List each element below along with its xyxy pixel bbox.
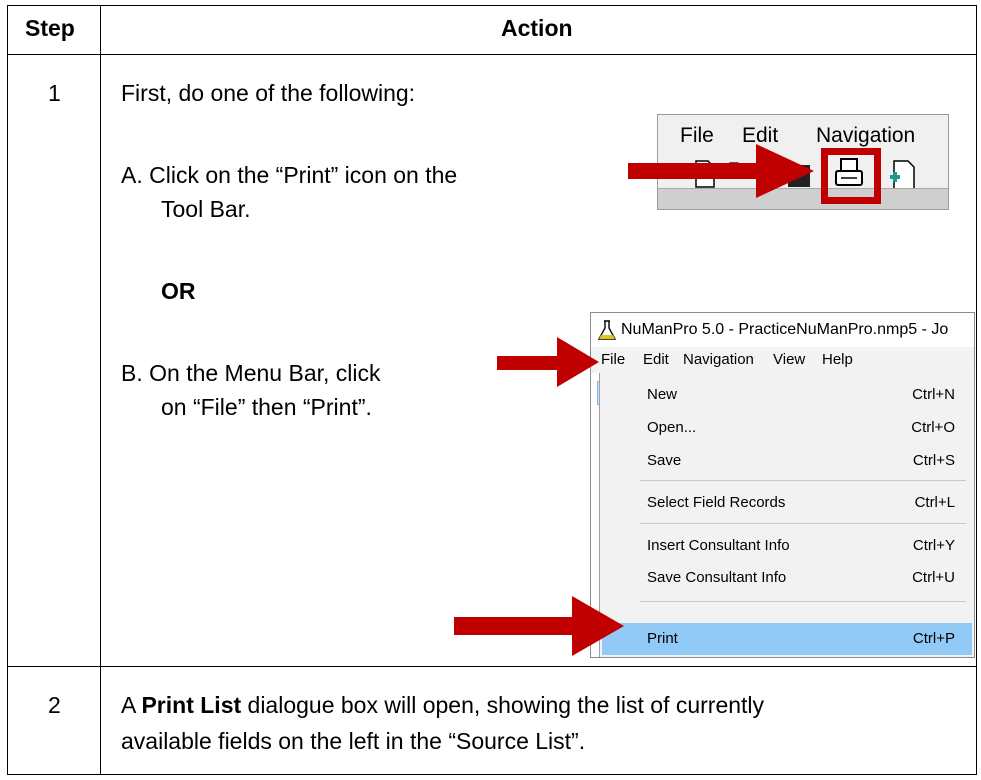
shortcut-insert-consultant-info: Ctrl+Y bbox=[912, 537, 955, 554]
step2-line1: A Print List dialogue box will open, sho… bbox=[121, 692, 765, 718]
shortcut-new: Ctrl+N bbox=[912, 386, 955, 403]
step1-intro: First, do one of the following: bbox=[121, 80, 416, 106]
menu-separator bbox=[640, 601, 966, 602]
menu-item-save[interactable]: Save bbox=[647, 452, 681, 469]
shortcut-open: Ctrl+O bbox=[911, 419, 955, 436]
step2-line2: available fields on the left in the “Sou… bbox=[121, 728, 586, 754]
shortcut-save-consultant-info: Ctrl+U bbox=[912, 569, 955, 586]
menu-item-new[interactable]: New bbox=[647, 386, 677, 403]
arrow-to-file-menu bbox=[497, 337, 599, 387]
or-separator: OR bbox=[161, 278, 196, 304]
option-b-line2: on “File” then “Print”. bbox=[161, 394, 372, 420]
action-header: Action bbox=[501, 15, 573, 41]
print-list-bold: Print List bbox=[141, 692, 242, 718]
option-b-line1: B. On the Menu Bar, click bbox=[121, 360, 381, 386]
menubar-view[interactable]: View bbox=[773, 351, 805, 368]
menu-item-insert-consultant-info[interactable]: Insert Consultant Info bbox=[647, 537, 790, 554]
file-menu-screenshot: NuManPro 5.0 - PracticeNuManPro.nmp5 - J… bbox=[590, 312, 975, 658]
header-divider bbox=[8, 54, 976, 55]
menubar-navigation[interactable]: Navigation bbox=[683, 351, 754, 368]
file-dropdown: New Ctrl+N Open... Ctrl+O Save Ctrl+S Se… bbox=[599, 373, 974, 657]
arrow-to-print-item bbox=[454, 596, 624, 656]
menu-separator bbox=[640, 523, 966, 524]
arrow-to-print-icon bbox=[628, 144, 814, 198]
step-number-1: 1 bbox=[48, 80, 61, 106]
print-icon-highlight bbox=[821, 148, 881, 204]
menubar-edit[interactable]: Edit bbox=[643, 351, 669, 368]
option-a-line2: Tool Bar. bbox=[161, 196, 251, 222]
shortcut-print: Ctrl+P bbox=[912, 630, 955, 647]
shortcut-save: Ctrl+S bbox=[912, 452, 955, 469]
menubar-file[interactable]: File bbox=[601, 351, 625, 368]
menu-item-save-consultant-info[interactable]: Save Consultant Info bbox=[647, 569, 786, 586]
step-header: Step bbox=[25, 15, 75, 41]
menu-item-open[interactable]: Open... bbox=[647, 419, 696, 436]
step-number-2: 2 bbox=[48, 692, 61, 718]
menubar-help[interactable]: Help bbox=[822, 351, 853, 368]
menu-bar: File Edit Navigation View Help bbox=[591, 347, 974, 405]
option-a-line1: A. Click on the “Print” icon on the bbox=[121, 162, 458, 188]
row-divider bbox=[8, 666, 976, 667]
new-record-icon bbox=[890, 160, 915, 190]
window-title: NuManPro 5.0 - PracticeNuManPro.nmp5 - J… bbox=[621, 321, 949, 338]
menu-item-select-field-records[interactable]: Select Field Records bbox=[647, 494, 785, 511]
menu-item-print[interactable]: Print bbox=[647, 630, 678, 647]
shortcut-select-field-records: Ctrl+L bbox=[914, 494, 955, 511]
column-divider bbox=[100, 6, 101, 774]
menu-separator bbox=[640, 480, 966, 481]
